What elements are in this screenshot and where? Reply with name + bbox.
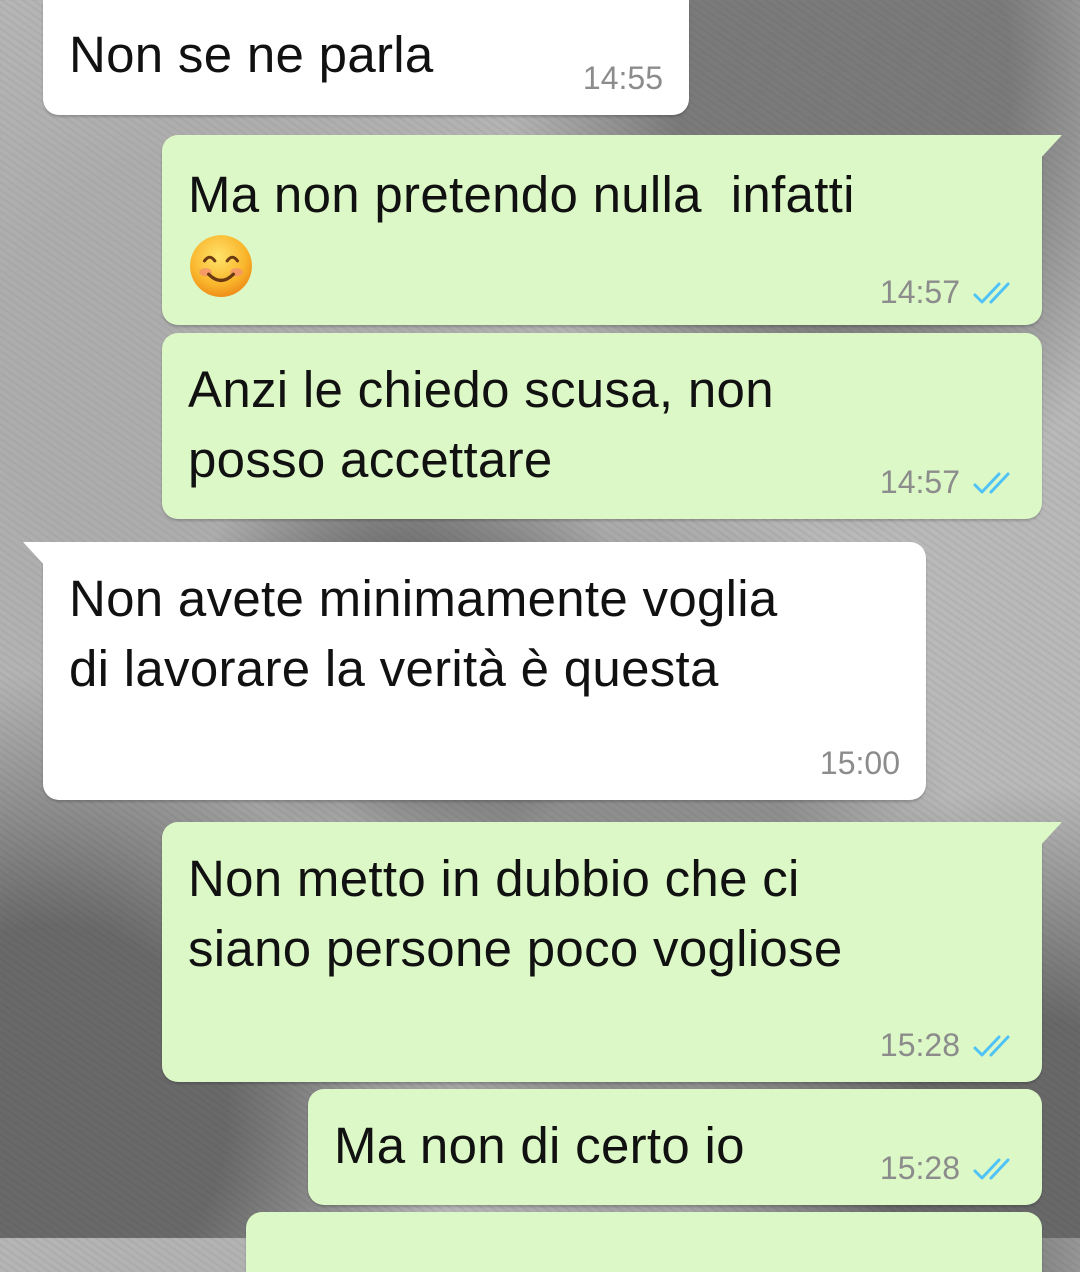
message-timestamp: 15:28 [879, 1150, 960, 1186]
smiling-face-emoji [190, 235, 252, 297]
message-timestamp: 14:55 [582, 60, 663, 96]
message-meta: 15:00 [820, 745, 900, 782]
double-check-icon [973, 1158, 1010, 1179]
message-text: Non avete minimamente voglia di lavorare… [69, 570, 778, 697]
message-bubble-outgoing[interactable]: Anzi le chiedo scusa, non posso accettar… [162, 333, 1042, 519]
message-bubble-incoming[interactable]: Non avete minimamente voglia di lavorare… [23, 542, 926, 800]
message-timestamp: 14:57 [879, 464, 960, 500]
message-bubble-outgoing-partial[interactable] [246, 1212, 1042, 1272]
message-text: Non se ne parla [69, 26, 434, 83]
message-meta: 14:55 [583, 60, 663, 97]
message-timestamp: 15:28 [879, 1027, 960, 1063]
message-timestamp: 14:57 [879, 274, 960, 310]
message-bubble-incoming[interactable]: Non se ne parla 14:55 [43, 0, 689, 115]
message-timestamp: 15:00 [819, 745, 900, 781]
double-check-icon [973, 1035, 1010, 1056]
message-meta: 14:57 [880, 274, 1016, 311]
double-check-icon [973, 282, 1010, 303]
message-bubble-outgoing[interactable]: Non metto in dubbio che ci siano persone… [162, 822, 1062, 1082]
message-meta: 14:57 [880, 464, 1016, 501]
message-text: Ma non pretendo nulla infatti [188, 166, 855, 223]
message-bubble-outgoing[interactable]: Ma non di certo io 15:28 [308, 1089, 1042, 1205]
message-meta: 15:28 [880, 1027, 1016, 1064]
message-bubble-outgoing[interactable]: Ma non pretendo nulla infatti 14:57 [162, 135, 1062, 325]
double-check-icon [973, 472, 1010, 493]
message-text: Non metto in dubbio che ci siano persone… [188, 850, 843, 977]
message-meta: 15:28 [880, 1150, 1016, 1187]
